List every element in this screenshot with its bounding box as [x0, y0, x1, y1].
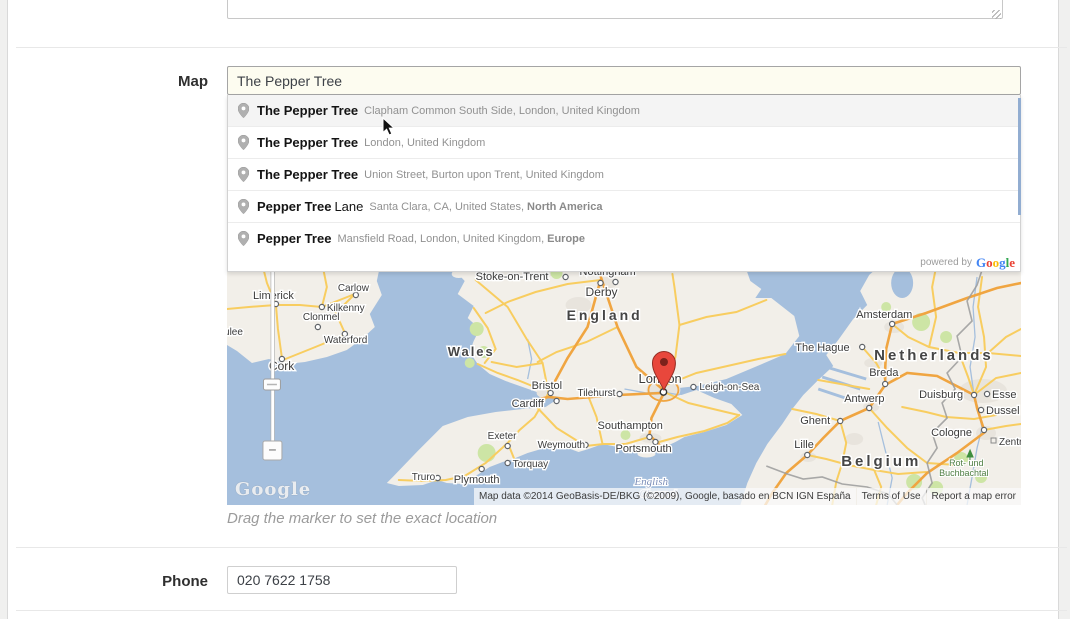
svg-text:Cologne: Cologne	[931, 427, 972, 439]
suggestion-secondary: Mansfield Road, London, United Kingdom,	[337, 233, 544, 245]
svg-text:Antwerp: Antwerp	[844, 393, 884, 405]
svg-text:Belgium: Belgium	[841, 453, 921, 470]
suggestion-suffix: Lane	[334, 199, 363, 214]
svg-text:Amsterdam: Amsterdam	[856, 309, 912, 321]
form-panel: United Kingdom Map	[7, 0, 1059, 619]
powered-by-text: powered by	[920, 257, 972, 268]
autocomplete-suggestion[interactable]: Pepper Tree Mansfield Road, London, Unite…	[228, 222, 1020, 254]
location-pin-icon	[238, 199, 249, 214]
autocomplete-suggestion[interactable]: The Pepper Tree Clapham Common South Side…	[228, 95, 1020, 126]
country-field[interactable]: United Kingdom	[227, 0, 1003, 19]
svg-text:Clonmel: Clonmel	[303, 312, 340, 323]
svg-text:Netherlands: Netherlands	[874, 347, 994, 364]
google-logo: Google	[976, 254, 1015, 272]
svg-text:Breda: Breda	[869, 367, 899, 379]
textarea-resize-handle[interactable]	[992, 10, 1001, 19]
map-attribution: Map data ©2014 GeoBasis-DE/BKG (©2009), …	[473, 488, 1021, 505]
report-map-error-link[interactable]: Report a map error	[932, 491, 1016, 502]
divider	[16, 547, 1067, 548]
map-search-input[interactable]	[227, 66, 1021, 95]
svg-text:Carlow: Carlow	[338, 283, 370, 294]
svg-text:The Hague: The Hague	[795, 342, 849, 354]
location-pin-icon	[238, 231, 249, 246]
zoom-slider-track[interactable]	[271, 267, 274, 441]
divider	[16, 610, 1067, 611]
suggestion-secondary: Clapham Common South Side, London, Unite…	[364, 105, 640, 117]
svg-text:Waterford: Waterford	[324, 335, 367, 346]
map-hint-text: Drag the marker to set the exact locatio…	[227, 510, 497, 527]
svg-text:Ghent: Ghent	[800, 415, 830, 427]
svg-text:Wales: Wales	[448, 344, 495, 359]
svg-text:−: −	[268, 441, 276, 457]
svg-text:Plymouth: Plymouth	[454, 474, 500, 486]
suggestion-main: The Pepper Tree	[257, 135, 358, 150]
svg-text:Stoke-on-Trent: Stoke-on-Trent	[476, 271, 549, 283]
google-map[interactable]: uleeLimerickCarlowKilkennyClonmelWaterfo…	[227, 267, 1021, 505]
svg-text:England: England	[567, 307, 643, 323]
suggestion-main: The Pepper Tree	[257, 103, 358, 118]
suggestion-main: Pepper Tree	[257, 199, 331, 214]
svg-text:Dussel: Dussel	[986, 405, 1020, 417]
phone-input[interactable]	[227, 566, 457, 594]
svg-text:Cardiff: Cardiff	[512, 398, 545, 410]
svg-text:Portsmouth: Portsmouth	[616, 443, 672, 455]
svg-text:Torquay: Torquay	[513, 459, 549, 470]
suggestion-secondary-bold: Europe	[547, 233, 585, 245]
google-watermark: Google	[235, 479, 311, 500]
svg-text:Zentr: Zentr	[999, 437, 1021, 448]
svg-text:Duisburg: Duisburg	[919, 389, 963, 401]
svg-text:Weymouth: Weymouth	[538, 440, 586, 451]
map-water-edge	[1018, 98, 1021, 215]
location-pin-icon	[238, 135, 249, 150]
powered-by-row: powered by Google	[228, 254, 1020, 271]
phone-field-label: Phone	[8, 573, 208, 590]
suggestion-secondary: Santa Clara, CA, United States,	[369, 201, 524, 213]
divider	[16, 47, 1067, 48]
svg-text:Derby: Derby	[586, 285, 618, 299]
svg-text:Buchbachtal: Buchbachtal	[939, 468, 988, 478]
suggestion-main: Pepper Tree	[257, 231, 331, 246]
location-pin-icon	[238, 103, 249, 118]
svg-text:Southampton: Southampton	[598, 420, 663, 432]
svg-text:Tilehurst: Tilehurst	[578, 388, 616, 399]
suggestion-secondary-bold: North America	[527, 201, 602, 213]
svg-text:Leigh-on-Sea: Leigh-on-Sea	[699, 382, 759, 393]
terms-of-use-link[interactable]: Terms of Use	[862, 491, 921, 502]
svg-text:Esse: Esse	[992, 389, 1016, 401]
autocomplete-suggestion[interactable]: The Pepper Tree Union Street, Burton upon…	[228, 158, 1020, 190]
attribution-text: Map data ©2014 GeoBasis-DE/BKG (©2009), …	[474, 488, 856, 505]
svg-text:English: English	[633, 476, 668, 488]
autocomplete-suggestion[interactable]: Pepper TreeLane Santa Clara, CA, United S…	[228, 190, 1020, 222]
svg-text:Lille: Lille	[794, 439, 814, 451]
map-field-label: Map	[8, 73, 208, 90]
autocomplete-suggestion[interactable]: The Pepper Tree London, United Kingdom	[228, 126, 1020, 158]
suggestion-main: The Pepper Tree	[257, 167, 358, 182]
suggestion-secondary: London, United Kingdom	[364, 137, 485, 149]
svg-text:Bristol: Bristol	[532, 380, 563, 392]
svg-text:Truro: Truro	[412, 472, 436, 483]
autocomplete-dropdown: The Pepper Tree Clapham Common South Side…	[227, 95, 1021, 272]
svg-text:ulee: ulee	[227, 327, 243, 338]
svg-text:Exeter: Exeter	[488, 431, 518, 442]
svg-text:Rot- und: Rot- und	[949, 458, 983, 468]
location-pin-icon	[238, 167, 249, 182]
suggestion-secondary: Union Street, Burton upon Trent, United …	[364, 169, 604, 181]
